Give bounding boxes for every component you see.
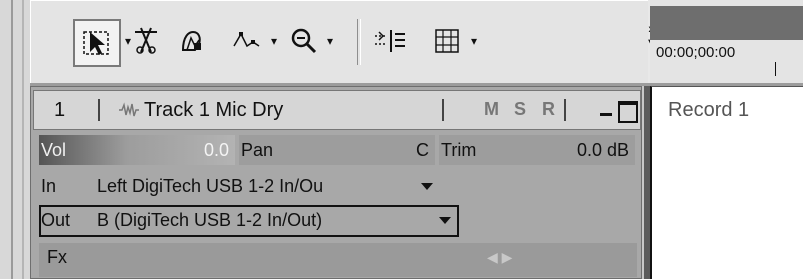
toolbar-separator [357,19,361,65]
pan-value: C [416,139,429,160]
minimize-icon [600,113,612,116]
track-header-panel: 1 Track 1 Mic Dry M S R Vol 0.0 Pan C Tr… [30,86,642,279]
draw-tool-button[interactable] [231,19,261,63]
snap-tool-button[interactable] [373,19,407,63]
event-label: Record 1 [668,99,750,121]
grid-icon [435,29,459,53]
divider [98,99,100,121]
draw-tool-dropdown[interactable]: ▾ [271,19,277,63]
timeline-ruler[interactable]: 00:00;00:00 [650,0,803,83]
left-window-frame [0,0,30,279]
chevron-down-icon[interactable] [439,217,451,224]
zoom-tool-button[interactable] [289,19,319,63]
fx-row[interactable]: Fx ◀ ▶ [39,243,637,277]
draw-envelope-icon [233,32,260,48]
grid-tool-button[interactable] [433,19,461,63]
trim-label: Trim [441,139,477,160]
output-device-value: B (DigiTech USB 1-2 In/Out) [97,209,323,230]
envelope-icon [181,30,201,51]
grid-tool-dropdown[interactable]: ▾ [471,19,477,63]
timeline-event[interactable]: Record 1 [650,86,803,279]
fx-label: Fx [47,247,67,267]
timecode-label: 00:00;00:00 [656,44,736,61]
trim-value: 0.0 dB [576,139,629,160]
split-tool-button[interactable] [131,19,161,63]
timeline-marker-bar[interactable] [650,6,803,40]
track-name[interactable]: Track 1 Mic Dry [144,99,283,122]
output-row: Out B (DigiTech USB 1-2 In/Out) [39,205,637,237]
mute-button[interactable]: M [484,99,499,120]
solo-button[interactable]: S [514,99,526,120]
snap-icon [375,30,405,52]
envelope-tool-button[interactable] [177,19,207,63]
divider [564,99,566,121]
frame-line [22,0,24,279]
fx-scroll-arrows-icon[interactable]: ◀ ▶ [487,249,512,266]
zoom-tool-dropdown[interactable]: ▾ [327,19,333,63]
input-row: In Left DigiTech USB 1-2 In/Ou [39,171,637,201]
frame-line [11,0,13,279]
zoom-icon [291,28,317,54]
input-label: In [41,175,57,196]
chevron-down-icon[interactable] [421,183,433,190]
pointer-icon [83,31,109,55]
track-number: 1 [54,99,66,121]
pan-slider[interactable]: Pan C [239,135,435,165]
input-device-select[interactable]: Left DigiTech USB 1-2 In/Ou [97,171,419,201]
track-list-splitter[interactable] [642,86,650,279]
normal-edit-tool-button[interactable] [73,19,121,67]
ruler-tick [775,62,776,76]
track-controls-row: Vol 0.0 Pan C Trim 0.0 dB [39,135,637,165]
record-arm-button[interactable]: R [542,99,555,120]
minimize-track-button[interactable] [598,102,614,118]
maximize-track-button[interactable] [618,101,638,123]
audio-track-icon [119,102,139,117]
volume-value: 0.0 [203,139,229,160]
trim-slider[interactable]: Trim 0.0 dB [439,135,635,165]
volume-slider[interactable]: Vol 0.0 [39,135,235,165]
edit-toolbar: ▾ ▾ ▾ ▾ [30,0,656,83]
pan-label: Pan [241,139,274,160]
scissors-icon [135,27,157,54]
divider [442,99,444,121]
output-label: Out [41,209,71,230]
volume-label: Vol [41,139,67,160]
track-title-bar[interactable]: 1 Track 1 Mic Dry M S R [33,90,641,130]
